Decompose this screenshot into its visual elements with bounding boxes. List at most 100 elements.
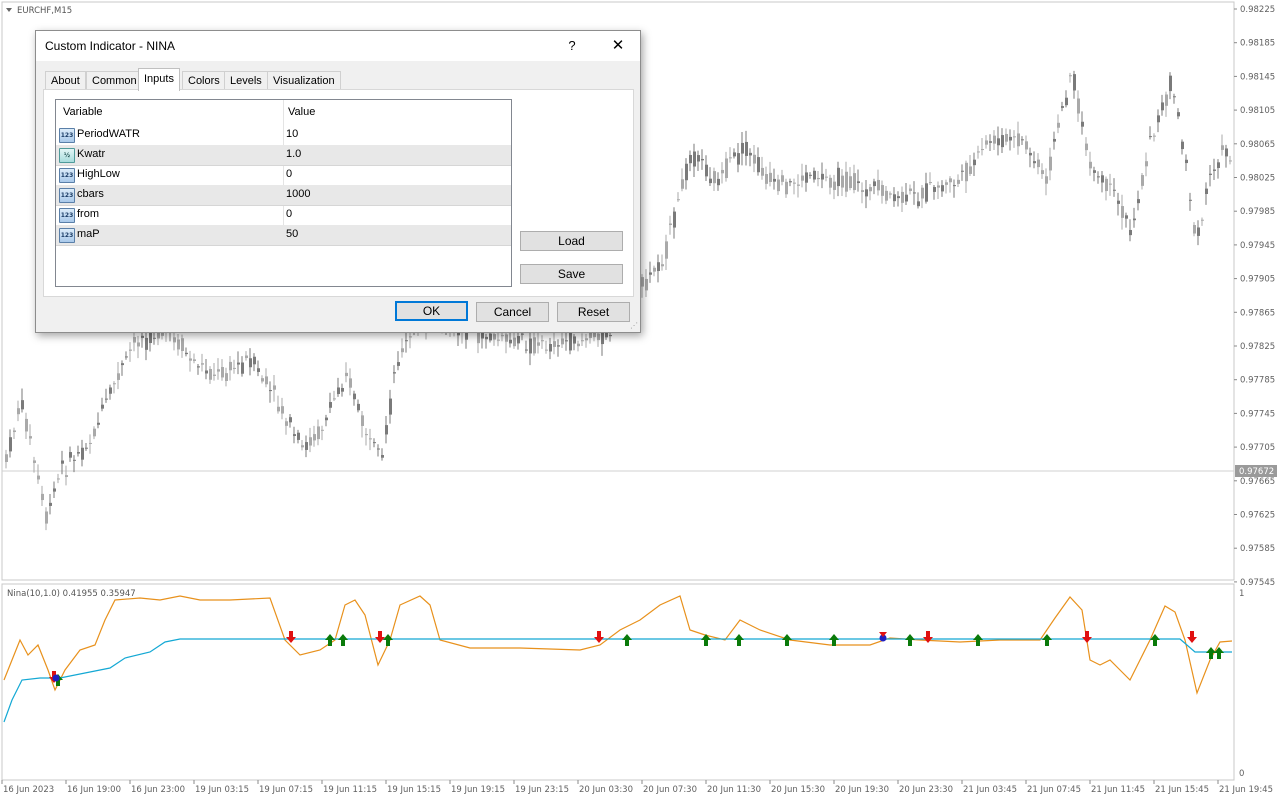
input-row-cbars[interactable]: 123 cbars 1000	[56, 185, 511, 206]
candle-body	[853, 173, 856, 191]
integer-type-icon: 123	[59, 208, 75, 223]
candle-body	[145, 337, 148, 350]
candle-body	[693, 151, 696, 167]
candle-body	[1165, 94, 1168, 106]
candle-body	[1221, 145, 1224, 150]
candle-body	[181, 338, 184, 352]
dialog-titlebar[interactable]: Custom Indicator - NINA ? ✕	[36, 31, 640, 61]
candle-body	[197, 366, 200, 368]
tab-colors[interactable]: Colors	[182, 71, 226, 90]
candle-body	[117, 373, 120, 380]
candle-body	[69, 452, 72, 458]
indicator-scale-bottom: 0	[1239, 769, 1244, 779]
candle-body	[65, 475, 68, 477]
candle-body	[797, 184, 800, 186]
input-row-from[interactable]: 123 from 0	[56, 205, 511, 226]
candle-body	[957, 179, 960, 184]
candle-body	[1045, 176, 1048, 184]
inputs-grid[interactable]: Variable Value 123 PeriodWATR 10 ½ Kwatr…	[55, 99, 512, 287]
candle-body	[1061, 106, 1064, 108]
candle-body	[1033, 161, 1036, 164]
cancel-button[interactable]: Cancel	[476, 302, 549, 322]
candle-body	[109, 387, 112, 394]
candle-body	[261, 378, 264, 382]
candle-body	[293, 434, 296, 436]
input-row-kwatr[interactable]: ½ Kwatr 1.0	[56, 145, 511, 166]
candle-body	[253, 356, 256, 365]
price-tick-label: 0.97825	[1240, 342, 1275, 352]
variable-value[interactable]: 1.0	[286, 148, 301, 160]
tab-inputs[interactable]: Inputs	[138, 68, 180, 91]
candle-body	[385, 425, 388, 435]
variable-value[interactable]: 10	[286, 128, 298, 140]
save-button[interactable]: Save	[520, 264, 623, 284]
candle-body	[273, 385, 276, 390]
candle-body	[857, 181, 860, 184]
input-row-map[interactable]: 123 maP 50	[56, 225, 511, 246]
dialog-title: Custom Indicator - NINA	[45, 39, 176, 53]
variable-value[interactable]: 1000	[286, 188, 310, 200]
candle-body	[245, 355, 248, 359]
candle-body	[493, 334, 496, 340]
candle-body	[1209, 173, 1212, 175]
candle-body	[529, 338, 532, 354]
candle-body	[209, 368, 212, 380]
tab-visualization[interactable]: Visualization	[267, 71, 341, 90]
price-tick-label: 0.97705	[1240, 443, 1275, 453]
variable-value[interactable]: 0	[286, 168, 292, 180]
price-tick-label: 0.98145	[1240, 72, 1275, 82]
candle-body	[237, 362, 240, 365]
candle-body	[681, 179, 684, 189]
candle-body	[749, 152, 752, 156]
input-row-highlow[interactable]: 123 HighLow 0	[56, 165, 511, 186]
load-button[interactable]: Load	[520, 231, 623, 251]
candle-body	[1041, 170, 1044, 175]
candle-body	[1069, 75, 1072, 77]
candle-body	[1193, 225, 1196, 234]
candle-body	[213, 374, 216, 376]
tab-levels[interactable]: Levels	[224, 71, 268, 90]
time-tick-label: 19 Jun 23:15	[515, 785, 569, 795]
candle-body	[737, 153, 740, 165]
price-tick-label: 0.97625	[1240, 511, 1275, 521]
reset-button[interactable]: Reset	[557, 302, 630, 322]
indicator-scale-top: 1	[1239, 589, 1244, 599]
time-tick-label: 20 Jun 03:30	[579, 785, 633, 795]
candle-body	[333, 398, 336, 400]
candle-body	[1037, 159, 1040, 168]
help-button[interactable]: ?	[558, 35, 586, 57]
candle-body	[509, 339, 512, 344]
price-tick-label: 0.97945	[1240, 241, 1275, 251]
candle-body	[553, 341, 556, 347]
candle-body	[1117, 200, 1120, 204]
candle-body	[321, 429, 324, 431]
variable-value[interactable]: 0	[286, 208, 292, 220]
column-value-header[interactable]: Value	[288, 106, 315, 118]
time-tick-label: 16 Jun 2023	[3, 785, 54, 795]
tab-common[interactable]: Common	[86, 71, 143, 90]
candle-body	[1077, 98, 1080, 114]
resize-grip-icon[interactable]: ⋰	[630, 322, 638, 330]
candle-body	[845, 171, 848, 192]
tab-about[interactable]: About	[45, 71, 86, 90]
column-variable-header[interactable]: Variable	[63, 106, 103, 118]
candle-body	[233, 367, 236, 369]
input-row-periodwatr[interactable]: 123 PeriodWATR 10	[56, 125, 511, 146]
candle-body	[873, 181, 876, 187]
close-button[interactable]: ✕	[604, 35, 632, 57]
candle-body	[101, 404, 104, 409]
candle-body	[673, 211, 676, 228]
time-tick-label: 21 Jun 19:45	[1219, 785, 1273, 795]
candle-body	[353, 393, 356, 400]
candle-body	[653, 267, 656, 272]
candle-body	[1197, 227, 1200, 236]
candle-body	[1149, 136, 1152, 138]
price-tick-label: 0.97665	[1240, 477, 1275, 487]
variable-value[interactable]: 50	[286, 228, 298, 240]
candle-body	[113, 383, 116, 385]
candle-body	[949, 178, 952, 183]
variable-name: maP	[77, 228, 100, 240]
candle-body	[977, 151, 980, 153]
ok-button[interactable]: OK	[395, 301, 468, 321]
candle-body	[1141, 175, 1144, 186]
